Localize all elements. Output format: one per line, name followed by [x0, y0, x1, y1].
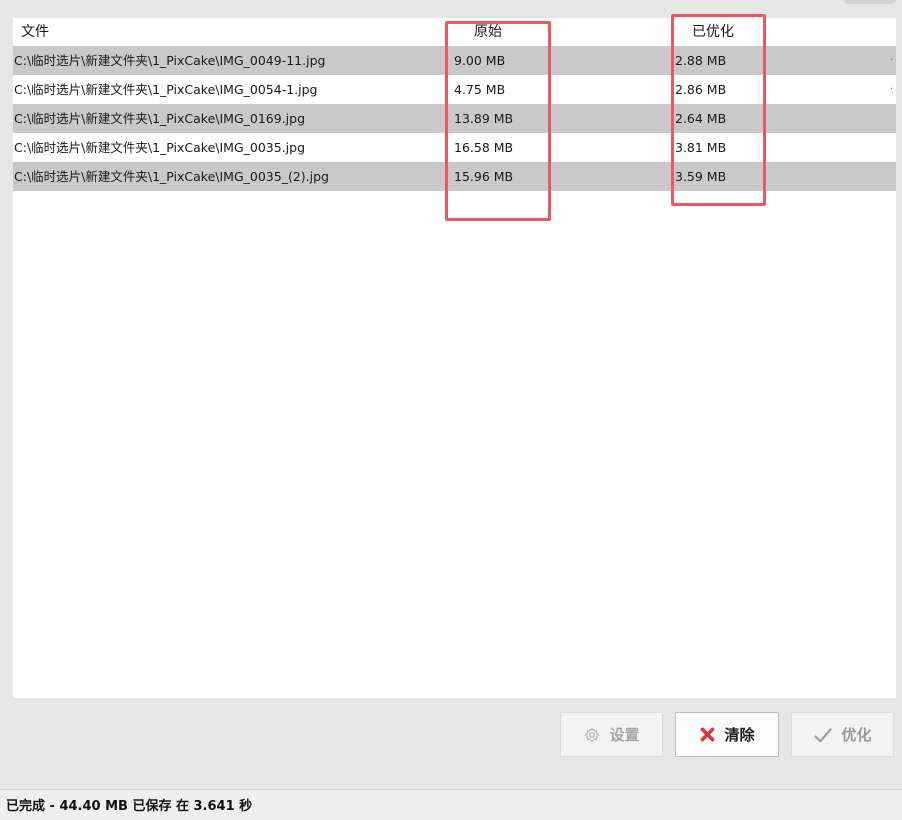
file-list-panel[interactable]: 文件 原始 已优化 C:\临时选片\新建文件夹\1_PixCake\IMG_00…	[13, 14, 896, 698]
optimized-size: 2.64 MB	[675, 111, 727, 126]
status-text: 已完成 - 44.40 MB 已保存 在 3.641 秒	[6, 799, 253, 814]
clear-button-label: 清除	[724, 726, 755, 744]
checkmark-icon	[813, 726, 833, 744]
original-size: 4.75 MB	[454, 82, 506, 97]
optimized-size: 3.59 MB	[675, 169, 727, 184]
settings-button-label: 设置	[609, 726, 640, 744]
row-edge-mark: ·	[890, 55, 894, 66]
table-row[interactable]: C:\临时选片\新建文件夹\1_PixCake\IMG_0169.jpg 13.…	[13, 104, 896, 133]
table-row[interactable]: C:\临时选片\新建文件夹\1_PixCake\IMG_0035.jpg 16.…	[13, 133, 896, 162]
optimize-button[interactable]: 优化	[791, 712, 894, 757]
file-path: C:\临时选片\新建文件夹\1_PixCake\IMG_0049-11.jpg	[14, 53, 326, 68]
optimized-size: 2.86 MB	[675, 82, 727, 97]
file-path: C:\临时选片\新建文件夹\1_PixCake\IMG_0035.jpg	[14, 140, 306, 155]
file-path: C:\临时选片\新建文件夹\1_PixCake\IMG_0169.jpg	[14, 111, 306, 126]
row-edge-mark: ·	[890, 84, 894, 95]
original-size: 13.89 MB	[454, 111, 514, 126]
original-size: 9.00 MB	[454, 53, 506, 68]
column-header-original[interactable]: 原始	[443, 18, 533, 46]
file-rows: C:\临时选片\新建文件夹\1_PixCake\IMG_0049-11.jpg …	[13, 46, 896, 191]
gear-icon	[583, 726, 601, 744]
optimized-size: 3.81 MB	[675, 140, 727, 155]
red-x-icon	[699, 726, 716, 743]
top-strip	[0, 0, 902, 18]
file-path: C:\临时选片\新建文件夹\1_PixCake\IMG_0054-1.jpg	[14, 82, 318, 97]
optimized-size: 2.88 MB	[675, 53, 727, 68]
column-header-file[interactable]: 文件	[21, 18, 49, 46]
column-header-optimized[interactable]: 已优化	[668, 18, 758, 46]
window-edge-decoration	[844, 0, 896, 4]
list-header: 文件 原始 已优化	[13, 18, 896, 46]
table-row[interactable]: C:\临时选片\新建文件夹\1_PixCake\IMG_0035_(2).jpg…	[13, 162, 896, 191]
optimize-button-label: 优化	[841, 726, 872, 744]
clear-button[interactable]: 清除	[675, 712, 779, 757]
original-size: 15.96 MB	[454, 169, 514, 184]
settings-button[interactable]: 设置	[560, 712, 663, 757]
status-bar: 已完成 - 44.40 MB 已保存 在 3.641 秒	[0, 789, 902, 820]
table-row[interactable]: C:\临时选片\新建文件夹\1_PixCake\IMG_0054-1.jpg 4…	[13, 75, 896, 104]
file-path: C:\临时选片\新建文件夹\1_PixCake\IMG_0035_(2).jpg	[14, 169, 329, 184]
table-row[interactable]: C:\临时选片\新建文件夹\1_PixCake\IMG_0049-11.jpg …	[13, 46, 896, 75]
original-size: 16.58 MB	[454, 140, 514, 155]
